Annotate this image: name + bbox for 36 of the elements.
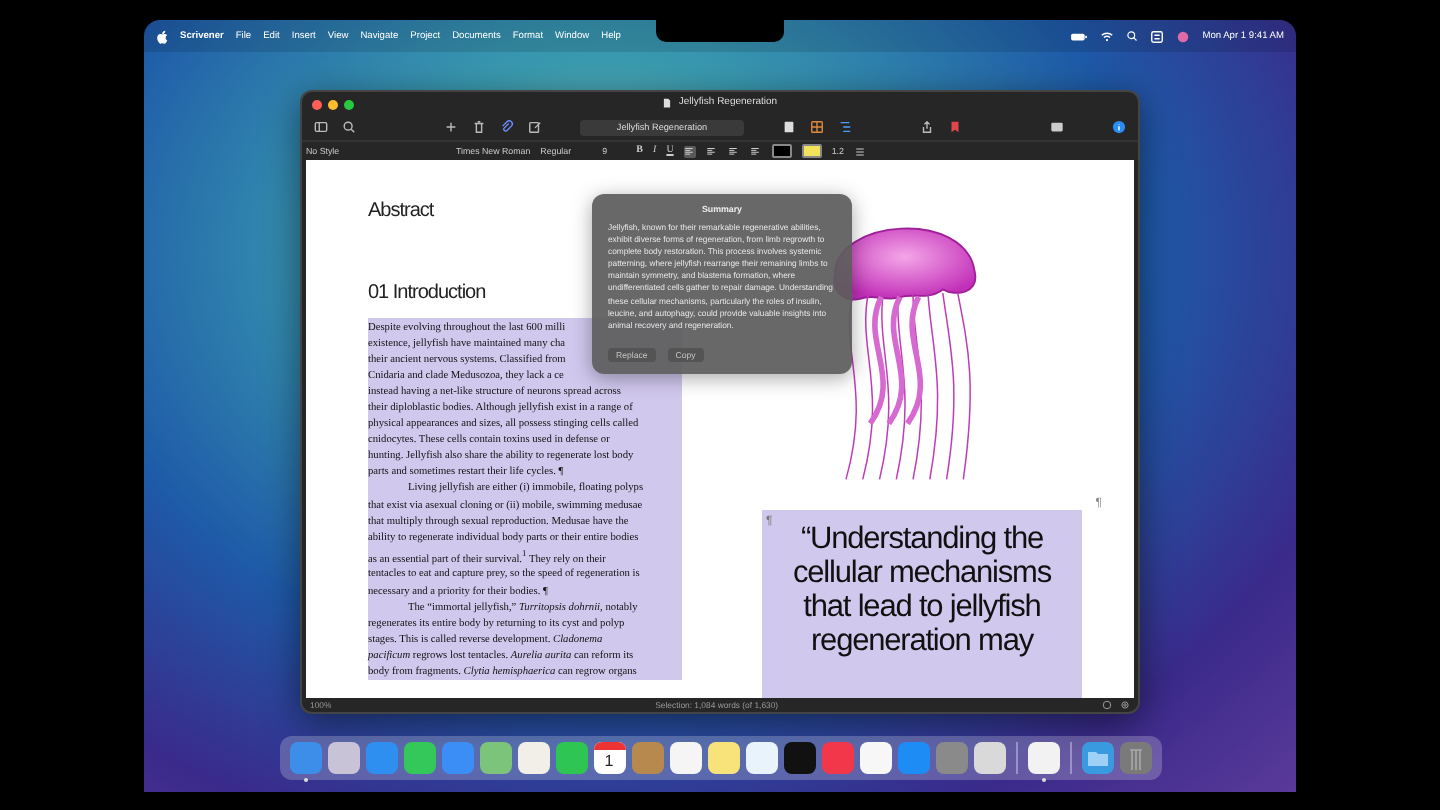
corkboard-icon[interactable] — [810, 120, 824, 134]
info-icon[interactable] — [1112, 120, 1126, 134]
document-view-icon[interactable] — [782, 120, 796, 134]
close-button[interactable] — [312, 100, 322, 110]
minimize-button[interactable] — [328, 100, 338, 110]
app-icon[interactable] — [1027, 742, 1059, 782]
wifi-icon[interactable] — [1100, 29, 1115, 43]
paperclip-icon[interactable] — [500, 120, 514, 134]
align-icon — [684, 146, 695, 156]
align-icon — [728, 146, 739, 156]
trash-icon[interactable] — [472, 120, 486, 134]
alignment-button[interactable] — [727, 145, 740, 157]
highlight-color-swatch[interactable] — [801, 144, 822, 158]
control-center-icon[interactable] — [1150, 29, 1165, 43]
pull-quote: “Understanding the cellular mechanisms that lead to jellyfish regeneration may — [790, 522, 1053, 658]
outline-icon[interactable] — [838, 120, 852, 134]
text-color-swatch[interactable] — [771, 144, 792, 158]
bookmark-icon[interactable] — [948, 120, 962, 134]
sidebar-icon[interactable] — [314, 120, 328, 134]
align-icon — [706, 146, 717, 156]
heading: 01 Introduction — [368, 282, 486, 304]
align-icon — [750, 146, 761, 156]
alignment-button[interactable] — [683, 145, 696, 157]
share-icon[interactable] — [920, 120, 934, 134]
alignment-button[interactable] — [705, 145, 718, 157]
alignment-button[interactable] — [749, 145, 762, 157]
zoom-button[interactable] — [344, 100, 354, 110]
document-icon — [662, 97, 673, 107]
apple-logo-icon[interactable] — [156, 29, 168, 43]
heading: Abstract — [368, 200, 434, 222]
list-icon[interactable] — [853, 145, 866, 157]
camera-notch — [656, 20, 784, 42]
search-icon[interactable] — [342, 120, 356, 134]
plus-icon[interactable] — [444, 120, 458, 134]
target-icon[interactable] — [1102, 700, 1112, 710]
compose-icon[interactable] — [528, 120, 542, 134]
